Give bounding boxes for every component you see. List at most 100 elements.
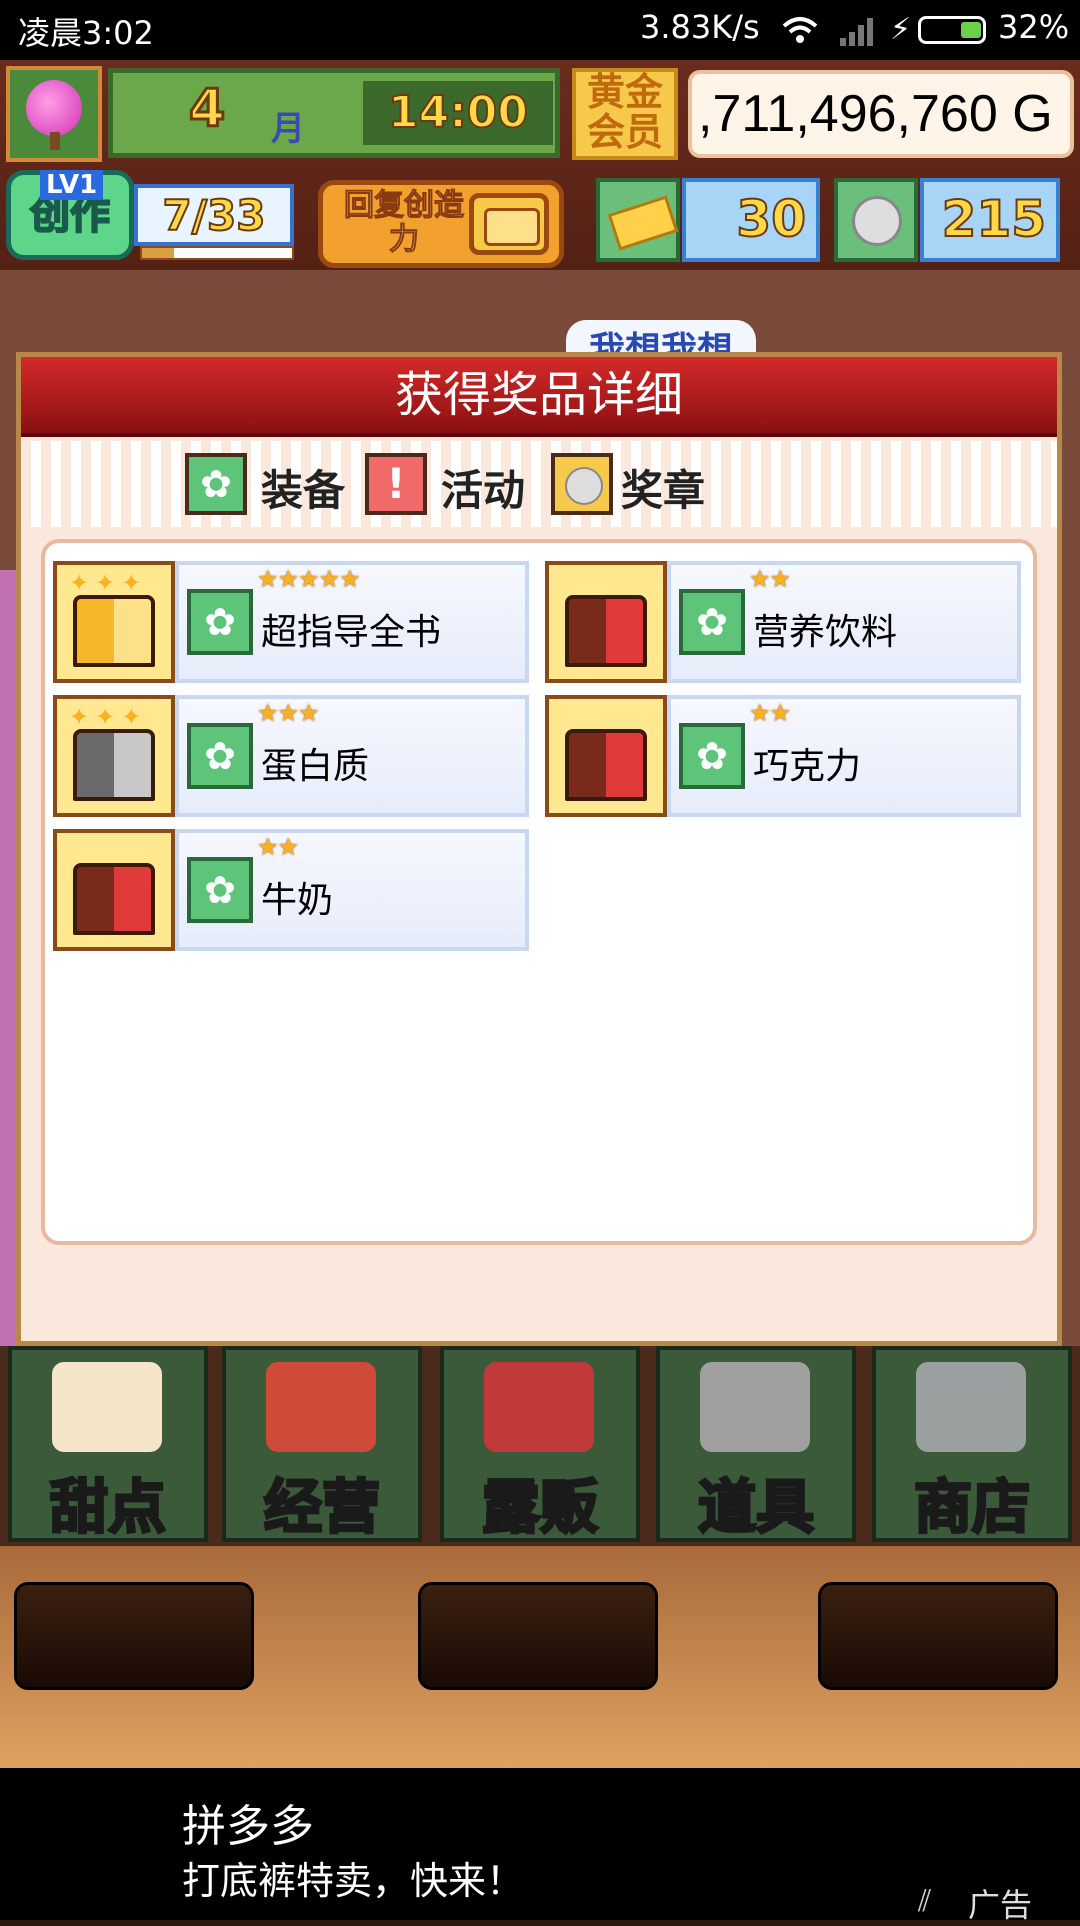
gear-icon [679, 723, 745, 789]
create-progress-fill [142, 248, 174, 258]
ticket-icon [607, 195, 679, 251]
tv-icon [469, 193, 549, 255]
create-level: LV1 [40, 170, 104, 200]
prize-details-dialog: 获得奖品详细 装备 活动 奖章 ✦✦✦ ★★★★★ 超指导全书 [16, 352, 1062, 1435]
ticket-icon-box [596, 178, 680, 262]
prize-item[interactable]: ★★ 牛奶 [53, 829, 529, 951]
ad-body: 打底裤特卖，快来！ [182, 1859, 525, 1903]
counter-slot[interactable] [14, 1582, 254, 1690]
create-count: 7/33 [134, 184, 294, 246]
gold-chest-icon [73, 595, 155, 667]
charging-icon: ⚡ [890, 12, 912, 47]
medal-icon-box [834, 178, 918, 262]
chest-box [545, 561, 667, 683]
gear-icon [185, 453, 247, 515]
medal-icon [551, 453, 613, 515]
prize-list[interactable]: ✦✦✦ ★★★★★ 超指导全书 ★★ 营养饮料 ✦✦✦ [41, 539, 1037, 1245]
food-truck-icon [484, 1362, 594, 1452]
status-network-speed: 3.83K/s [640, 8, 760, 46]
chest-box [53, 829, 175, 951]
prize-item[interactable]: ★★ 巧克力 [545, 695, 1021, 817]
star-rating: ★★ [749, 699, 791, 727]
chest-box: ✦✦✦ [53, 695, 175, 817]
status-bar: 凌晨3:02 3.83K/s ⚡ 32% [0, 0, 1080, 60]
prize-info: ★★ 巧克力 [667, 695, 1021, 817]
calendar-bar: 4 月 14:00 [108, 68, 560, 158]
menu-label: 道具 [696, 1472, 815, 1543]
recover-creativity-button[interactable]: 回复创造力 [318, 180, 564, 268]
ad-logo-icon: ⫽ [918, 1884, 932, 1919]
gear-icon [187, 857, 253, 923]
gear-bag-icon [700, 1362, 810, 1452]
silver-chest-icon [73, 729, 155, 801]
ticket-count: 30 [682, 178, 820, 262]
legend-label-equipment: 装备 [261, 466, 346, 515]
bottom-menu: 甜点 经营 露贩 道具 商店 [0, 1346, 1080, 1546]
red-chest-icon [73, 863, 155, 935]
menu-manage-button[interactable]: 经营 [222, 1346, 422, 1543]
gold-member-badge[interactable]: 黄金会员 [572, 68, 678, 160]
ad-title: 拼多多 [182, 1801, 314, 1852]
counter-slot[interactable] [818, 1582, 1058, 1690]
red-chest-icon [565, 595, 647, 667]
create-progress-bar [140, 246, 294, 260]
prize-item[interactable]: ✦✦✦ ★★★★★ 超指导全书 [53, 561, 529, 683]
recover-creativity-label: 回复创造力 [344, 188, 465, 257]
gear-icon [679, 589, 745, 655]
month-label: 月 [271, 109, 305, 149]
chest-box: ✦✦✦ [53, 561, 175, 683]
menu-stall-button[interactable]: 露贩 [440, 1346, 640, 1543]
tree-icon [26, 80, 82, 136]
menu-label: 露贩 [480, 1472, 599, 1543]
prize-info: ★★★ 蛋白质 [175, 695, 529, 817]
status-time: 凌晨3:02 [18, 14, 154, 52]
counter-slot[interactable] [418, 1582, 658, 1690]
player-avatar[interactable] [6, 66, 102, 162]
prize-item[interactable]: ✦✦✦ ★★★ 蛋白质 [53, 695, 529, 817]
gold-amount: ,711,496,760 G [688, 70, 1074, 158]
dialog-title: 获得奖品详细 [394, 367, 683, 423]
prize-info: ★★★★★ 超指导全书 [175, 561, 529, 683]
menu-label: 经营 [262, 1472, 381, 1543]
prize-name: 牛奶 [261, 880, 334, 921]
chest-box [545, 695, 667, 817]
ad-banner[interactable]: 拼多多 打底裤特卖，快来！ ⫽ 广告 [0, 1768, 1080, 1924]
medal-icon [852, 196, 902, 246]
dialog-title-bar: 获得奖品详细 [21, 357, 1057, 437]
prize-info: ★★ 营养饮料 [667, 561, 1021, 683]
wifi-icon [782, 17, 818, 43]
battery-icon [918, 16, 986, 44]
medal-count: 215 [920, 178, 1060, 262]
star-rating: ★★ [257, 833, 299, 861]
prize-name: 蛋白质 [261, 746, 370, 787]
sparkle-icon: ✦✦✦ [69, 569, 148, 597]
star-rating: ★★★★★ [257, 565, 361, 593]
event-icon [365, 453, 427, 515]
menu-dessert-button[interactable]: 甜点 [8, 1346, 208, 1543]
ad-tag: 广告 [968, 1886, 1033, 1924]
signal-icon [840, 18, 873, 46]
gear-icon [187, 723, 253, 789]
red-chest-icon [565, 729, 647, 801]
prize-item[interactable]: ★★ 营养饮料 [545, 561, 1021, 683]
legend-label-medal: 奖章 [621, 466, 706, 515]
prize-name: 营养饮料 [753, 612, 898, 653]
tree-trunk [50, 132, 60, 150]
game-clock: 14:00 [363, 81, 553, 145]
month-number: 4 [187, 78, 226, 141]
menu-label: 商店 [912, 1472, 1031, 1543]
prize-name: 巧克力 [753, 746, 862, 787]
star-rating: ★★★ [257, 699, 320, 727]
shop-building-icon [266, 1362, 376, 1452]
battery-percent: 32% [998, 8, 1070, 46]
shop-counter [0, 1546, 1080, 1768]
prize-name: 超指导全书 [261, 612, 442, 653]
menu-store-button[interactable]: 商店 [872, 1346, 1072, 1543]
prize-info: ★★ 牛奶 [175, 829, 529, 951]
legend-label-event: 活动 [441, 466, 526, 515]
menu-label: 甜点 [48, 1472, 167, 1543]
shopping-cart-icon [916, 1362, 1026, 1452]
menu-items-button[interactable]: 道具 [656, 1346, 856, 1543]
gear-icon [187, 589, 253, 655]
star-rating: ★★ [749, 565, 791, 593]
